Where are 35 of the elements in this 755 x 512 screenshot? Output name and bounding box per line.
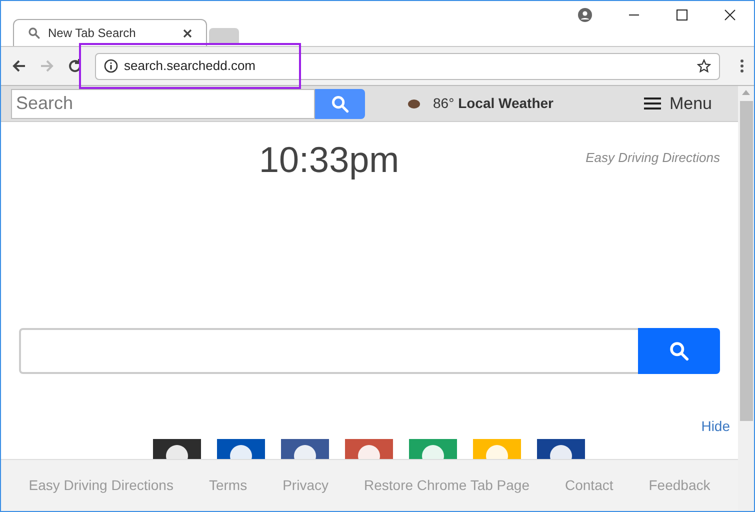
menu-button[interactable]: Menu (644, 90, 712, 116)
search-icon (669, 341, 689, 361)
search-field[interactable]: Search (11, 88, 315, 118)
more-icon[interactable] (740, 59, 744, 73)
browser-tab[interactable]: New Tab Search (13, 19, 207, 46)
close-icon[interactable] (183, 28, 192, 38)
weather-icon (407, 98, 421, 108)
scrollbar-thumb[interactable] (740, 101, 752, 421)
address-field[interactable]: search.searchedd.com (95, 52, 720, 80)
footer-link[interactable]: Restore Chrome Tab Page (364, 475, 530, 496)
info-icon (104, 59, 118, 73)
weather-reading[interactable]: 86° Local Weather (433, 93, 554, 114)
footer-link[interactable]: Terms (208, 475, 248, 496)
hide-link[interactable]: Hide (701, 416, 730, 437)
star-icon[interactable] (697, 59, 711, 73)
new-tab-button[interactable] (209, 28, 239, 44)
footer-link[interactable]: Easy Driving Directions (28, 475, 174, 496)
maximize-icon[interactable] (676, 9, 688, 21)
footer-link[interactable]: Feedback (648, 475, 710, 496)
main-search-field[interactable] (19, 328, 638, 374)
driving-directions-link[interactable]: Easy Driving Directions (586, 148, 720, 168)
tab-title: New Tab Search (48, 25, 137, 42)
clock-text: 10:33pm (259, 142, 400, 178)
back-arrow-icon[interactable] (11, 58, 27, 74)
profile-icon[interactable] (578, 8, 592, 22)
scrollbar[interactable] (738, 86, 754, 511)
search-button[interactable] (315, 88, 365, 118)
search-icon (331, 94, 349, 112)
main-search-button[interactable] (638, 328, 720, 374)
url-text: search.searchedd.com (124, 57, 257, 76)
search-icon (28, 27, 40, 39)
footer-link[interactable]: Privacy (282, 475, 328, 496)
close-icon[interactable] (724, 9, 736, 21)
menu-icon (644, 97, 662, 110)
footer-link[interactable]: Contact (565, 475, 614, 496)
